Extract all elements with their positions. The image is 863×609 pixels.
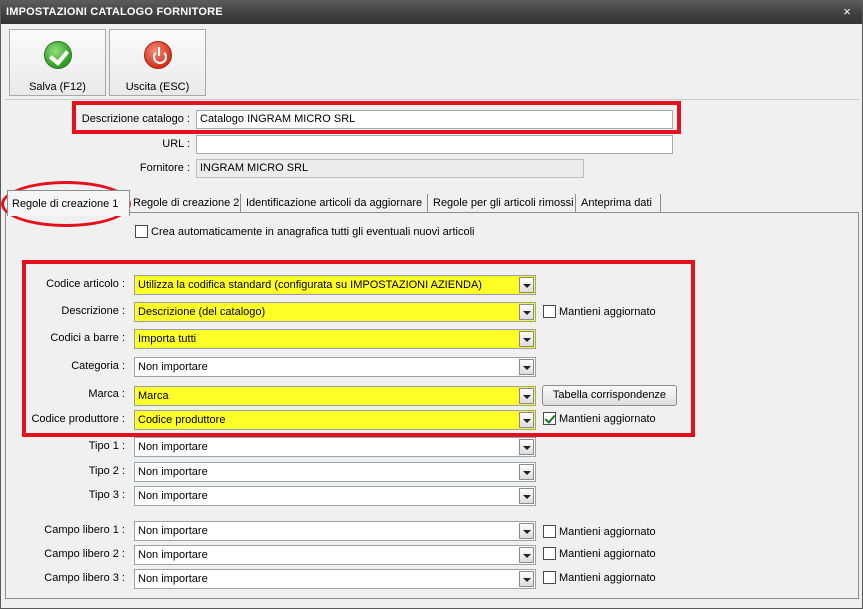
chevron-down-icon[interactable]	[519, 488, 534, 504]
tab-identificazione-articoli[interactable]: Identificazione articoli da aggiornare	[242, 194, 428, 213]
chevron-down-icon[interactable]	[519, 547, 534, 563]
check-circle-icon	[44, 41, 72, 69]
auto-create-label: Crea automaticamente in anagrafica tutti…	[151, 226, 475, 238]
campo-libero-1-keep-updated-label: Mantieni aggiornato	[559, 526, 656, 538]
exit-button-label: Uscita (ESC)	[125, 81, 190, 93]
tab-regole-articoli-rimossi[interactable]: Regole per gli articoli rimossi	[429, 194, 576, 213]
power-icon	[144, 41, 172, 69]
campo-libero-2-value: Non importare	[138, 549, 208, 561]
tipo-2-label: Tipo 2 :	[88, 465, 125, 477]
chevron-down-icon[interactable]	[519, 439, 534, 455]
tab-regole-creazione-1[interactable]: Regole di creazione 1	[7, 190, 130, 216]
campo-libero-3-select[interactable]: Non importare	[134, 569, 536, 589]
toolbar-divider	[5, 99, 859, 100]
campo-libero-1-label: Campo libero 1 :	[44, 524, 125, 536]
annotation-box-rules	[22, 260, 695, 437]
tab-anteprima-dati[interactable]: Anteprima dati	[577, 194, 661, 213]
tipo-2-select[interactable]: Non importare	[134, 462, 536, 482]
close-icon[interactable]: ×	[838, 4, 856, 20]
chevron-down-icon[interactable]	[519, 571, 534, 587]
annotation-box-description	[72, 101, 681, 134]
campo-libero-3-keep-updated-checkbox[interactable]	[543, 571, 556, 584]
campo-libero-2-select[interactable]: Non importare	[134, 545, 536, 565]
url-label: URL :	[162, 138, 190, 150]
tipo-1-value: Non importare	[138, 441, 208, 453]
campo-libero-1-select[interactable]: Non importare	[134, 521, 536, 541]
tipo-3-label: Tipo 3 :	[88, 489, 125, 501]
save-button-label: Salva (F12)	[29, 81, 86, 93]
campo-libero-2-keep-updated-label: Mantieni aggiornato	[559, 548, 656, 560]
url-input[interactable]	[196, 135, 673, 154]
window-title: IMPOSTAZIONI CATALOGO FORNITORE	[6, 6, 223, 18]
campo-libero-3-value: Non importare	[138, 573, 208, 585]
supplier-catalog-settings-window: IMPOSTAZIONI CATALOGO FORNITORE × Salva …	[0, 0, 863, 609]
save-button[interactable]: Salva (F12)	[9, 29, 106, 96]
tipo-1-label: Tipo 1 :	[88, 440, 125, 452]
supplier-input: INGRAM MICRO SRL	[196, 159, 584, 178]
chevron-down-icon[interactable]	[519, 464, 534, 480]
campo-libero-1-value: Non importare	[138, 525, 208, 537]
supplier-label: Fornitore :	[139, 162, 190, 174]
tipo-3-select[interactable]: Non importare	[134, 486, 536, 506]
campo-libero-3-keep-updated-label: Mantieni aggiornato	[559, 572, 656, 584]
window-titlebar: IMPOSTAZIONI CATALOGO FORNITORE	[1, 1, 862, 24]
tipo-2-value: Non importare	[138, 466, 208, 478]
campo-libero-2-keep-updated-checkbox[interactable]	[543, 547, 556, 560]
campo-libero-3-label: Campo libero 3 :	[44, 572, 125, 584]
campo-libero-1-keep-updated-checkbox[interactable]	[543, 525, 556, 538]
chevron-down-icon[interactable]	[519, 523, 534, 539]
auto-create-checkbox[interactable]	[135, 225, 148, 238]
campo-libero-2-label: Campo libero 2 :	[44, 548, 125, 560]
tab-regole-creazione-2[interactable]: Regole di creazione 2	[129, 194, 241, 213]
tipo-1-select[interactable]: Non importare	[134, 437, 536, 457]
exit-button[interactable]: Uscita (ESC)	[109, 29, 206, 96]
tipo-3-value: Non importare	[138, 490, 208, 502]
